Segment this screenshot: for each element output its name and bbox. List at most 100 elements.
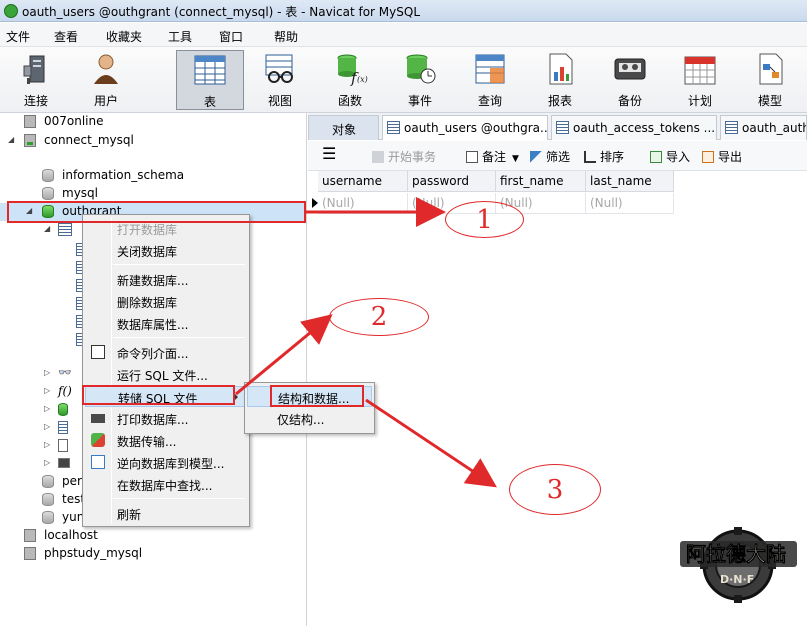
- menu-data-transfer[interactable]: 数据传输...: [85, 430, 247, 451]
- menu-console[interactable]: 命令列介面...: [85, 342, 247, 363]
- server-icon: [24, 547, 36, 560]
- menu-run-sql-file[interactable]: 运行 SQL 文件...: [85, 364, 247, 385]
- column-header-last-name[interactable]: last_name: [586, 171, 674, 192]
- menu-tools[interactable]: 工具: [168, 28, 192, 45]
- menu-item-label: 打印数据库...: [117, 413, 189, 427]
- table-icon: [556, 121, 569, 134]
- transfer-icon: [91, 433, 105, 447]
- toolbar-model-button[interactable]: 模型: [736, 50, 804, 110]
- tree-item-views[interactable]: ▷ 👓: [40, 365, 84, 383]
- tree-item-functions[interactable]: ▷ f(): [40, 383, 84, 401]
- tree-item-information-schema[interactable]: information_schema: [0, 167, 300, 185]
- menu-window[interactable]: 窗口: [219, 28, 243, 45]
- menu-close-database[interactable]: 关闭数据库: [85, 240, 247, 261]
- toolbar-query-button[interactable]: 查询: [456, 50, 524, 110]
- expand-icon[interactable]: ▷: [44, 368, 52, 377]
- begin-transaction-button[interactable]: 开始事务: [372, 148, 436, 165]
- menu-item-label: 打开数据库: [117, 223, 178, 237]
- toolbar-schedule-button[interactable]: 计划: [666, 50, 734, 110]
- toolbar-function-button[interactable]: f (x) 函数: [316, 50, 384, 110]
- schedule-icon: [682, 52, 718, 86]
- user-icon: [88, 52, 124, 86]
- menu-separator: [113, 498, 245, 499]
- menu-item-label: 数据库属性...: [117, 318, 189, 332]
- note-label: 备注: [482, 150, 507, 164]
- tree-item-test[interactable]: test: [0, 491, 85, 509]
- toolbar-connection-button[interactable]: 连接: [2, 50, 70, 110]
- sort-button[interactable]: 排序: [584, 148, 624, 165]
- toolbar-label: 表: [203, 95, 216, 109]
- annotation-callout-1: 1: [445, 201, 524, 238]
- tree-item-yun[interactable]: yun: [0, 509, 85, 527]
- tree-item-007online[interactable]: 007online: [0, 113, 300, 131]
- tree-item-label: yun: [62, 510, 85, 524]
- export-button[interactable]: 导出: [702, 148, 742, 165]
- toolbar-report-button[interactable]: 报表: [526, 50, 594, 110]
- menu-print-database[interactable]: 打印数据库...: [85, 408, 247, 429]
- tab-oauth-users[interactable]: oauth_users @outhgra...: [382, 115, 548, 140]
- database-icon: [42, 187, 54, 200]
- menu-database-properties[interactable]: 数据库属性...: [85, 313, 247, 334]
- expand-icon[interactable]: ▷: [44, 386, 52, 395]
- annotation-number: 2: [370, 302, 388, 332]
- grid-cell[interactable]: (Null): [318, 193, 408, 214]
- menu-bar: 文件 查看 收藏夹 工具 窗口 帮助: [0, 23, 807, 47]
- menu-structure-only[interactable]: 仅结构...: [247, 408, 372, 429]
- tab-oauth-access-tokens[interactable]: oauth_access_tokens ...: [551, 115, 717, 140]
- tree-item-queries[interactable]: ▷: [40, 419, 84, 437]
- collapse-icon[interactable]: ◢: [44, 224, 52, 233]
- tab-label: oauth_access_tokens ...: [573, 121, 716, 135]
- tree-item-per[interactable]: per: [0, 473, 82, 491]
- menu-refresh[interactable]: 刷新: [85, 503, 247, 524]
- svg-text:(x): (x): [357, 75, 368, 84]
- menu-new-database[interactable]: 新建数据库...: [85, 269, 247, 290]
- tree-item-label: localhost: [44, 528, 98, 542]
- toolbar-view-button[interactable]: 视图: [246, 50, 314, 110]
- expand-icon[interactable]: ▷: [44, 458, 52, 467]
- database-icon: [42, 169, 54, 182]
- expand-icon[interactable]: ▷: [44, 440, 52, 449]
- database-icon: [42, 511, 54, 524]
- menu-help[interactable]: 帮助: [274, 28, 298, 45]
- note-button[interactable]: 备注 ▼: [466, 148, 519, 165]
- toolbar-table-button[interactable]: 表: [176, 50, 244, 110]
- menu-file[interactable]: 文件: [6, 28, 30, 45]
- tree-item-backups[interactable]: ▷: [40, 455, 84, 473]
- filter-button[interactable]: 筛选: [530, 148, 570, 165]
- column-header-first-name[interactable]: first_name: [496, 171, 586, 192]
- menu-icon[interactable]: ☰: [322, 144, 336, 163]
- import-button[interactable]: 导入: [650, 148, 690, 165]
- menu-view[interactable]: 查看: [54, 28, 78, 45]
- annotation-callout-2: 2: [329, 298, 429, 336]
- event-icon: [58, 403, 68, 416]
- tab-objects[interactable]: 对象: [308, 115, 379, 140]
- menu-delete-database[interactable]: 删除数据库: [85, 291, 247, 312]
- menu-favorites[interactable]: 收藏夹: [106, 28, 142, 45]
- tree-item-label: connect_mysql: [44, 133, 134, 147]
- menu-reverse-to-model[interactable]: 逆向数据库到模型...: [85, 452, 247, 473]
- tree-item-reports[interactable]: ▷: [40, 437, 84, 455]
- tree-item-events[interactable]: ▷: [40, 401, 84, 419]
- tree-item-tables[interactable]: ◢: [0, 221, 90, 239]
- tab-oauth-authorization[interactable]: oauth_autho: [720, 115, 807, 140]
- expand-icon[interactable]: ▷: [44, 404, 52, 413]
- tree-item-localhost[interactable]: localhost: [0, 527, 300, 545]
- begin-transaction-label: 开始事务: [388, 150, 437, 164]
- annotation-callout-3: 3: [509, 464, 601, 515]
- column-header-username[interactable]: username: [318, 171, 408, 192]
- collapse-icon[interactable]: ◢: [8, 135, 16, 144]
- filter-icon: [530, 151, 542, 163]
- function-icon: f(): [58, 384, 72, 398]
- backup-icon: [612, 52, 648, 86]
- menu-find-in-database[interactable]: 在数据库中查找...: [85, 474, 247, 495]
- server-icon: [24, 529, 36, 542]
- toolbar-event-button[interactable]: 事件: [386, 50, 454, 110]
- model-icon: [91, 455, 105, 469]
- tree-item-connect-mysql[interactable]: ◢ connect_mysql: [0, 132, 300, 150]
- grid-cell[interactable]: (Null): [586, 193, 674, 214]
- toolbar-backup-button[interactable]: 备份: [596, 50, 664, 110]
- expand-icon[interactable]: ▷: [44, 422, 52, 431]
- column-header-password[interactable]: password: [408, 171, 496, 192]
- tree-item-phpstudy-mysql[interactable]: phpstudy_mysql: [0, 545, 300, 563]
- toolbar-user-button[interactable]: 用户: [72, 50, 140, 110]
